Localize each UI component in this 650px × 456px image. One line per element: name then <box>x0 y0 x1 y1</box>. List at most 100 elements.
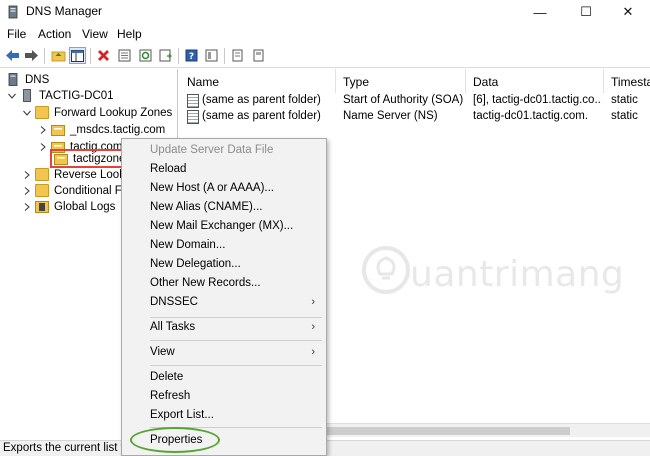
tree-item-dns[interactable]: DNS <box>6 71 49 88</box>
menu-bar: File Action View Help <box>0 24 650 44</box>
menu-item-new-delegation[interactable]: New Delegation... <box>122 255 326 274</box>
forward-icon[interactable] <box>23 47 40 64</box>
svg-text:?: ? <box>189 52 194 62</box>
tree-label-server: TACTIG-DC01 <box>39 89 114 102</box>
expand-icon[interactable] <box>22 186 32 196</box>
cell-timestamp: static <box>611 110 638 122</box>
cell-type: Name Server (NS) <box>343 110 438 122</box>
menu-item-reload[interactable]: Reload <box>122 160 326 179</box>
submenu-arrow-icon: › <box>311 346 315 358</box>
help-icon[interactable]: ? <box>183 47 200 64</box>
menu-action[interactable]: Action <box>38 27 71 41</box>
cell-name: (same as parent folder) <box>202 94 321 106</box>
minimize-button[interactable]: — <box>518 0 562 24</box>
menu-item-export-list[interactable]: Export List... <box>122 406 326 425</box>
submenu-arrow-icon: › <box>311 321 315 333</box>
column-header-type[interactable]: Type <box>336 69 466 93</box>
folder-icon <box>35 106 49 119</box>
expand-icon[interactable] <box>22 202 32 212</box>
column-header-name[interactable]: Name <box>180 69 336 93</box>
menu-item-label: All Tasks <box>150 321 196 333</box>
context-menu: Update Server Data File Reload New Host … <box>121 138 327 456</box>
menu-item-dnssec[interactable]: DNSSEC › <box>122 293 326 312</box>
collapse-icon[interactable] <box>7 91 17 101</box>
expand-icon[interactable] <box>22 170 32 180</box>
window-title: DNS Manager <box>26 4 103 18</box>
export-list-icon[interactable] <box>157 47 174 64</box>
list-view-icon[interactable] <box>229 47 246 64</box>
folder-icon <box>35 184 49 197</box>
cell-timestamp: static <box>611 94 638 106</box>
tree-label-forward-zones: Forward Lookup Zones <box>54 106 173 119</box>
folder-icon <box>35 168 49 181</box>
menu-item-label: View <box>150 346 175 358</box>
menu-item-new-host[interactable]: New Host (A or AAAA)... <box>122 179 326 198</box>
details-view-icon[interactable] <box>203 47 220 64</box>
close-button[interactable]: ✕ <box>606 0 650 24</box>
up-folder-icon[interactable] <box>50 47 67 64</box>
menu-item-new-mail-exchanger[interactable]: New Mail Exchanger (MX)... <box>122 217 326 236</box>
tree-item-conditional[interactable]: Conditional Fo <box>22 182 128 199</box>
expand-icon[interactable] <box>38 125 48 135</box>
menu-file[interactable]: File <box>7 27 26 41</box>
menu-item-refresh[interactable]: Refresh <box>122 387 326 406</box>
tree-label-zone: _msdcs.tactig.com <box>70 123 166 136</box>
collapse-icon[interactable] <box>22 108 32 118</box>
menu-separator <box>150 365 322 366</box>
tree-item-server[interactable]: TACTIG-DC01 <box>7 87 114 104</box>
cell-name: (same as parent folder) <box>202 110 321 122</box>
menu-item-delete[interactable]: Delete <box>122 368 326 387</box>
tree-label-zone: tactigzone <box>73 152 126 165</box>
cell-type: Start of Authority (SOA) <box>343 94 464 106</box>
menu-view[interactable]: View <box>82 27 108 41</box>
tree-item-reverse-zones[interactable]: Reverse Looku <box>22 166 131 183</box>
watermark-text: uantrimang <box>410 254 625 295</box>
tree-label-conditional: Conditional Fo <box>54 184 129 197</box>
table-row[interactable]: (same as parent folder) Name Server (NS)… <box>180 109 650 126</box>
tree-label-dns: DNS <box>25 73 50 86</box>
highlight-oval <box>130 427 220 453</box>
lightbulb-logo-icon <box>362 246 410 294</box>
menu-help[interactable]: Help <box>117 27 142 41</box>
tree-item-zone-msdcs[interactable]: _msdcs.tactig.com <box>38 121 165 138</box>
menu-item-all-tasks[interactable]: All Tasks › <box>122 318 326 337</box>
submenu-arrow-icon: › <box>311 296 315 308</box>
record-icon <box>187 110 199 124</box>
show-tree-icon[interactable] <box>69 47 86 64</box>
menu-item-label: DNSSEC <box>150 296 198 308</box>
dns-manager-icon <box>8 5 18 19</box>
zone-icon <box>54 154 68 165</box>
cell-data: tactig-dc01.tactig.com. <box>473 110 589 122</box>
tree-item-forward-zones[interactable]: Forward Lookup Zones <box>22 104 172 121</box>
server-icon <box>23 89 31 102</box>
tree-item-global-logs[interactable]: Global Logs <box>22 198 115 215</box>
cell-data: [6], tactig-dc01.tactig.co... <box>473 94 602 106</box>
refresh-icon[interactable] <box>137 47 154 64</box>
menu-item-new-domain[interactable]: New Domain... <box>122 236 326 255</box>
column-header-data[interactable]: Data <box>466 69 604 93</box>
dns-icon <box>8 73 18 86</box>
table-row[interactable]: (same as parent folder) Start of Authori… <box>180 93 650 110</box>
maximize-button[interactable]: ☐ <box>564 0 608 24</box>
expand-icon[interactable] <box>38 142 48 152</box>
menu-separator <box>150 340 322 341</box>
title-bar: DNS Manager — ☐ ✕ <box>0 0 650 24</box>
tree-label-reverse-zones: Reverse Looku <box>54 168 132 181</box>
watermark: uantrimang <box>352 240 624 310</box>
menu-item-new-alias[interactable]: New Alias (CNAME)... <box>122 198 326 217</box>
status-text: Exports the current list to a <box>3 442 140 454</box>
properties-sheet-icon[interactable] <box>116 47 133 64</box>
back-icon[interactable] <box>4 47 21 64</box>
menu-item-view[interactable]: View › <box>122 343 326 362</box>
large-icons-icon[interactable] <box>250 47 267 64</box>
zone-icon <box>51 125 65 136</box>
scrollbar-thumb[interactable] <box>320 427 570 435</box>
menu-item-other-new-records[interactable]: Other New Records... <box>122 274 326 293</box>
menu-item-update-server-data-file: Update Server Data File <box>150 144 274 156</box>
column-header-timestamp[interactable]: Timesta <box>604 69 650 93</box>
tree-label-global-logs: Global Logs <box>54 200 116 213</box>
delete-icon[interactable] <box>95 47 112 64</box>
record-icon <box>187 94 199 108</box>
logs-icon <box>35 201 49 213</box>
toolbar: ? <box>0 44 650 68</box>
